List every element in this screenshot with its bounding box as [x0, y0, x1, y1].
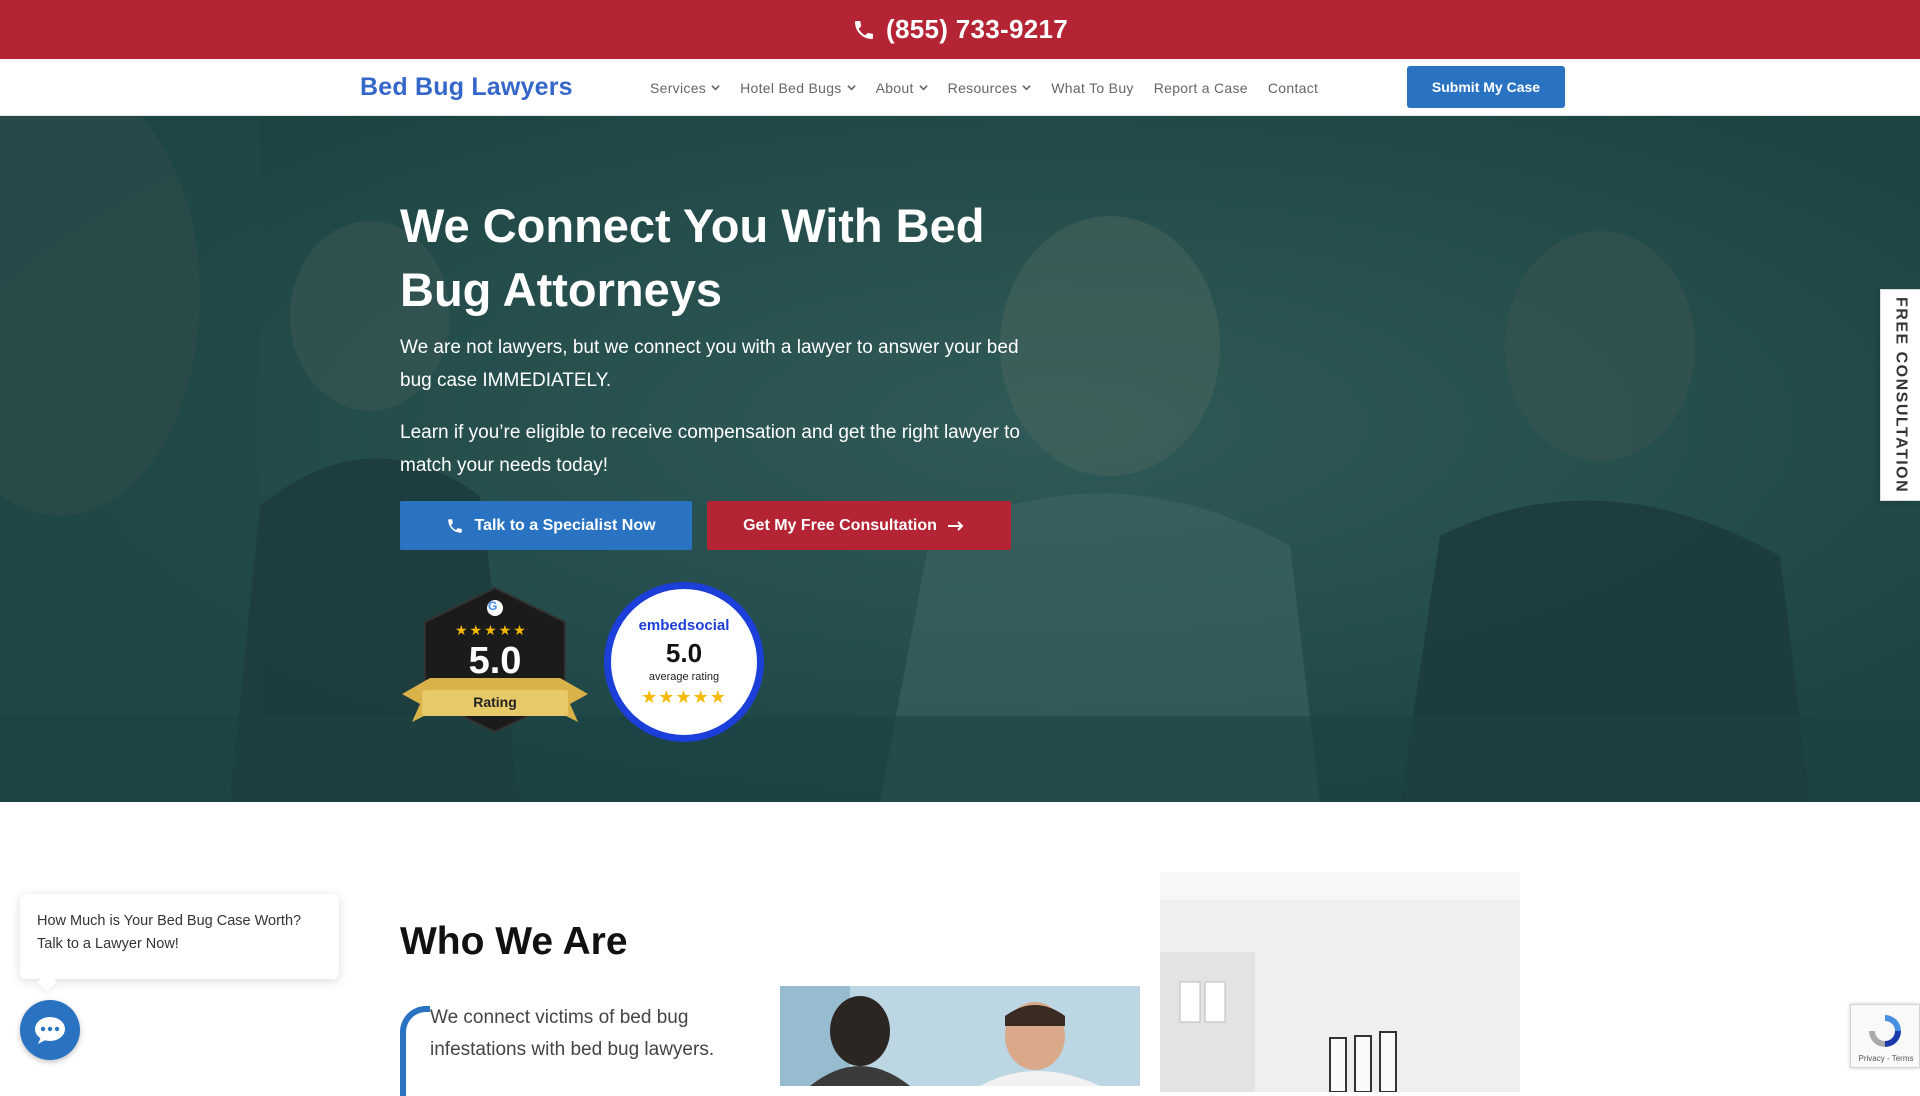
hero-section: We Connect You With Bed Bug Attorneys We…: [0, 116, 1920, 802]
embedsocial-stars: ★★★★★: [641, 687, 727, 707]
nav-menu: Services Hotel Bed Bugs About Resources …: [650, 59, 1338, 116]
recaptcha-links[interactable]: Privacy - Terms: [1851, 1054, 1920, 1063]
who-we-are-text: We connect victims of bed bug infestatio…: [430, 1007, 715, 1060]
embedsocial-label: average rating: [648, 671, 720, 683]
top-phone-bar: (855) 733-9217: [0, 0, 1920, 59]
hero-title: We Connect You With Bed Bug Attorneys: [400, 199, 985, 316]
phone-number-link[interactable]: (855) 733-9217: [886, 14, 1068, 45]
hero-paragraph-1: We are not lawyers, but we connect you w…: [400, 337, 1019, 391]
site-logo[interactable]: Bed Bug Lawyers: [360, 73, 573, 102]
google-rating-badge: G ★★★★★ 5.0 Rating: [400, 586, 590, 736]
nav-item-label: Resources: [947, 79, 1018, 96]
nav-item-label: Report a Case: [1153, 79, 1248, 96]
google-icon: G: [488, 599, 498, 613]
nav-item-what-to-buy[interactable]: What To Buy: [1051, 80, 1133, 96]
nav-item-label: About: [875, 79, 914, 96]
nav-item-label: Hotel Bed Bugs: [740, 79, 842, 96]
quote-accent-bar: [400, 1006, 430, 1096]
side-tab-label: FREE CONSULTATION: [1892, 296, 1910, 494]
embedsocial-logo: embedsocial: [638, 617, 730, 634]
embedsocial-score: 5.0: [665, 638, 703, 668]
phone-icon: [448, 518, 463, 533]
recaptcha-icon: [1869, 1015, 1901, 1047]
button-label: Get My Free Consultation: [743, 516, 937, 534]
free-consultation-side-tab[interactable]: FREE CONSULTATION: [1880, 289, 1920, 501]
chat-icon: [35, 1017, 65, 1044]
handshake-photo: [780, 986, 1140, 1086]
nav-item-services[interactable]: Services: [650, 80, 720, 96]
nav-item-resources[interactable]: Resources: [948, 80, 1032, 96]
hero-paragraph-2: Learn if you’re eligible to receive comp…: [400, 422, 1020, 476]
talk-to-specialist-button[interactable]: Talk to a Specialist Now: [400, 501, 692, 550]
chevron-down-icon: [918, 85, 928, 91]
chat-prompt-bubble[interactable]: How Much is Your Bed Bug Case Worth? Tal…: [20, 894, 339, 979]
main-nav: Bed Bug Lawyers Services Hotel Bed Bugs …: [0, 59, 1920, 116]
who-we-are-heading: Who We Are: [400, 920, 628, 963]
recaptcha-badge[interactable]: Privacy - Terms: [1850, 1004, 1920, 1068]
nav-item-about[interactable]: About: [876, 80, 928, 96]
chevron-down-icon: [846, 85, 856, 91]
room-photo-art: [1160, 872, 1520, 1092]
room-photo: [1160, 872, 1520, 1092]
nav-item-label: What To Buy: [1051, 79, 1134, 96]
free-consultation-button[interactable]: Get My Free Consultation: [707, 501, 1011, 550]
button-label: Talk to a Specialist Now: [474, 516, 656, 534]
phone-icon: [855, 20, 873, 39]
submit-my-case-button[interactable]: Submit My Case: [1407, 66, 1565, 108]
chevron-down-icon: [1022, 85, 1031, 91]
nav-item-label: Contact: [1267, 79, 1319, 96]
chat-launcher-button[interactable]: [20, 1000, 80, 1060]
embedsocial-rating-badge: embedsocial 5.0 average rating ★★★★★: [604, 582, 764, 742]
google-score: 5.0: [468, 640, 522, 682]
google-rating-label: Rating: [473, 694, 517, 710]
who-we-are-quote: We connect victims of bed bug infestatio…: [400, 1002, 760, 1096]
nav-item-label: Services: [650, 79, 707, 96]
handshake-photo-art: [780, 986, 1140, 1086]
arrow-right-icon: [947, 520, 964, 531]
nav-item-hotel-bed-bugs[interactable]: Hotel Bed Bugs: [740, 79, 856, 96]
nav-item-contact[interactable]: Contact: [1268, 80, 1318, 96]
google-stars: ★★★★★: [455, 622, 528, 638]
nav-item-report-a-case[interactable]: Report a Case: [1154, 80, 1248, 96]
chevron-down-icon: [711, 85, 720, 91]
